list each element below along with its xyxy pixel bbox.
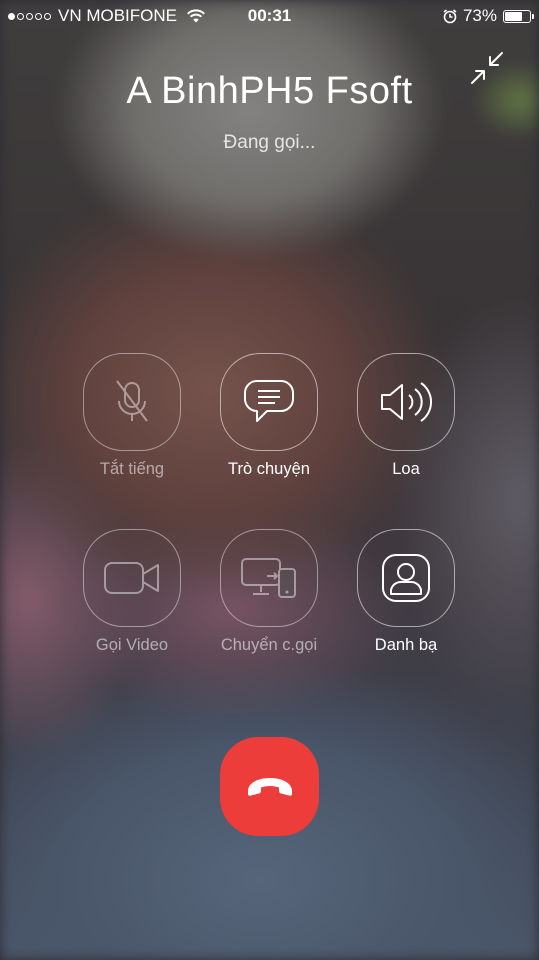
chat-label: Trò chuyện <box>228 460 310 478</box>
speaker-action[interactable]: Loa <box>356 353 456 479</box>
call-actions-grid: Tắt tiếng Trò chuyện Loa Gọi Video Chuyể… <box>82 353 458 655</box>
chat-action[interactable]: Trò chuyện <box>219 353 319 479</box>
battery-fill <box>505 11 522 21</box>
contact-icon <box>382 554 430 602</box>
contacts-action[interactable]: Danh bạ <box>356 529 456 655</box>
transfer-call-label: Chuyển c.gọi <box>220 636 318 654</box>
battery-percent: 73% <box>462 6 497 25</box>
mute-action[interactable]: Tắt tiếng <box>82 353 182 479</box>
mic-muted-icon <box>116 380 148 422</box>
transfer-call-icon <box>241 558 296 598</box>
chat-bubble-icon <box>244 380 294 422</box>
video-call-button[interactable] <box>83 529 181 627</box>
transfer-call-button[interactable] <box>220 529 318 627</box>
transfer-call-action[interactable]: Chuyển c.gọi <box>219 529 319 655</box>
battery-icon <box>503 9 534 23</box>
contact-name: A BinhPH5 Fsoft <box>126 70 413 112</box>
chat-button[interactable] <box>220 353 318 451</box>
mute-label: Tắt tiếng <box>99 460 165 478</box>
contacts-button[interactable] <box>357 529 455 627</box>
end-call-icon <box>247 777 292 796</box>
video-camera-icon <box>104 562 159 594</box>
mute-button[interactable] <box>83 353 181 451</box>
end-call-button[interactable] <box>220 737 319 836</box>
call-status: Đang gọi... <box>223 132 316 153</box>
speaker-button[interactable] <box>357 353 455 451</box>
speaker-icon <box>381 382 433 422</box>
speaker-label: Loa <box>392 460 420 478</box>
video-call-action[interactable]: Gọi Video <box>82 529 182 655</box>
status-bar: VN MOBIFONE 00:31 73% <box>0 0 539 30</box>
contacts-label: Danh bạ <box>374 636 438 654</box>
status-right: 73% <box>443 6 534 26</box>
video-call-label: Gọi Video <box>95 636 169 654</box>
alarm-icon <box>443 8 457 23</box>
